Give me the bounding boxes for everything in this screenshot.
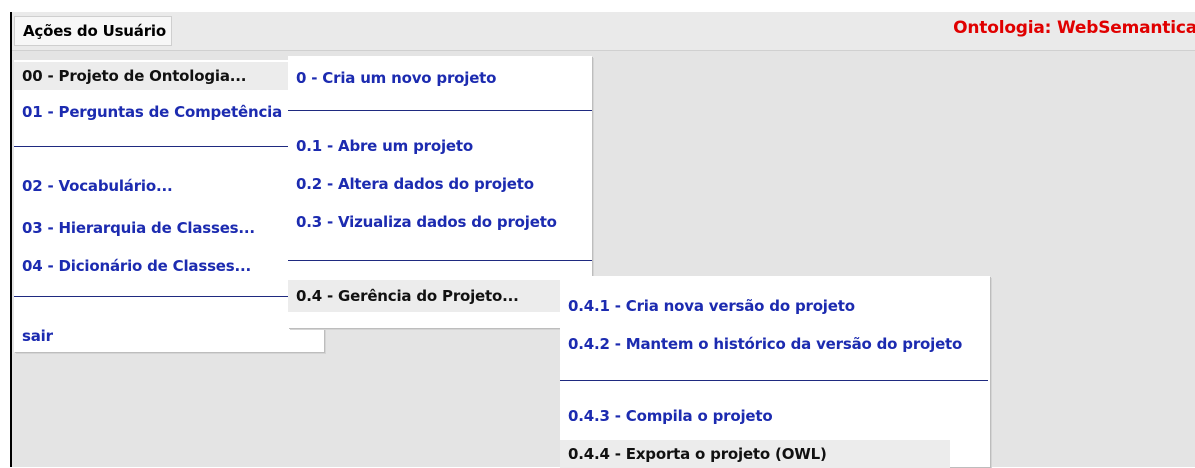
menu-separator	[14, 146, 290, 147]
menu-item-edit-project[interactable]: 0.2 - Altera dados do projeto	[288, 170, 534, 198]
menu-separator	[288, 260, 592, 261]
menu-item-open-project[interactable]: 0.1 - Abre um projeto	[288, 132, 473, 160]
menu-item-view-project[interactable]: 0.3 - Vizualiza dados do projeto	[288, 208, 557, 236]
menu-item-compile-project[interactable]: 0.4.3 - Compila o projeto	[560, 402, 773, 430]
menu-separator	[288, 110, 592, 111]
menu-item-new-version[interactable]: 0.4.1 - Cria nova versão do projeto	[560, 292, 855, 320]
user-actions-dropdown: 00 - Projeto de Ontologia... 01 - Pergun…	[14, 60, 324, 352]
app-window: Ações do Usuário Ontologia: WebSemantica…	[10, 12, 1195, 468]
project-submenu: 0 - Cria um novo projeto 0.1 - Abre um p…	[288, 56, 592, 328]
user-actions-menu[interactable]: Ações do Usuário	[14, 16, 172, 46]
menu-item-class-dictionary[interactable]: 04 - Dicionário de Classes...	[14, 252, 251, 280]
menu-item-create-project[interactable]: 0 - Cria um novo projeto	[288, 64, 496, 92]
project-management-submenu: 0.4.1 - Cria nova versão do projeto 0.4.…	[560, 276, 990, 468]
menu-item-ontology-project[interactable]: 00 - Projeto de Ontologia...	[14, 62, 288, 90]
menu-item-vocabulary[interactable]: 02 - Vocabulário...	[14, 172, 173, 200]
menu-item-class-hierarchy[interactable]: 03 - Hierarquia de Classes...	[14, 214, 255, 242]
menu-item-project-management[interactable]: 0.4 - Gerência do Projeto...	[288, 280, 560, 312]
menu-item-export-owl[interactable]: 0.4.4 - Exporta o projeto (OWL)	[560, 440, 950, 468]
menu-separator	[560, 380, 988, 381]
menu-bar: Ações do Usuário Ontologia: WebSemantica	[12, 12, 1195, 51]
menu-item-version-history[interactable]: 0.4.2 - Mantem o histórico da versão do …	[560, 330, 962, 358]
ontology-label: Ontologia: WebSemantica	[953, 18, 1195, 38]
menu-separator	[14, 296, 324, 297]
menu-item-competency-questions[interactable]: 01 - Perguntas de Competência	[14, 98, 282, 126]
menu-item-exit[interactable]: sair	[14, 322, 53, 350]
